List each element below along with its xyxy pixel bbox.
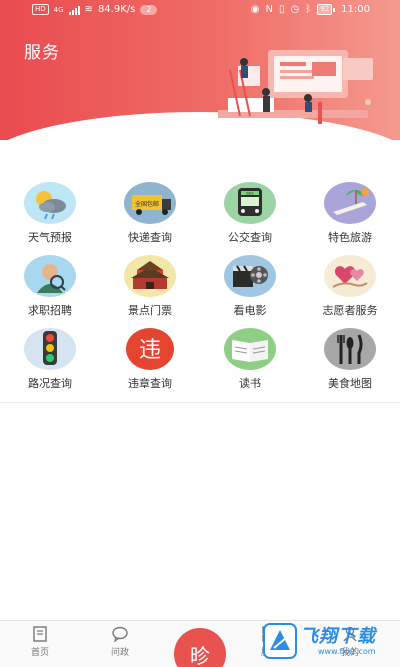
watermark-text: 飞翔下载: [300, 626, 376, 647]
food-map-icon: [324, 328, 376, 370]
service-label: 天气预报: [28, 231, 72, 244]
header-illustration: [218, 50, 373, 124]
movie-icon: [224, 255, 276, 297]
alarm-icon: ◷: [290, 3, 300, 15]
traffic-light-icon: [24, 328, 76, 370]
service-bus[interactable]: BUS 公交查询: [200, 180, 300, 248]
service-screen: HD 4G ≋ 84.9K/s 2 ◉ N ▯ ◷ ᛒ 92 11:00 服务: [0, 0, 400, 667]
service-job[interactable]: 求职招聘: [0, 253, 100, 321]
vibrate-icon: ▯: [279, 3, 285, 15]
service-label: 志愿者服务: [322, 304, 378, 317]
service-label: 特色旅游: [328, 231, 372, 244]
service-label: 求职招聘: [28, 304, 72, 317]
service-volunteer[interactable]: 志愿者服务: [300, 253, 400, 321]
travel-icon: [324, 182, 376, 224]
tab-home[interactable]: 首页: [10, 625, 70, 658]
service-label: 路况查询: [28, 377, 72, 390]
gate-icon: [124, 255, 176, 297]
section-divider: [0, 402, 400, 403]
wifi-icon: ≋: [84, 3, 93, 15]
service-label: 景点门票: [128, 304, 172, 317]
network-type: 4G: [53, 5, 64, 14]
service-movie[interactable]: 看电影: [200, 253, 300, 321]
service-express[interactable]: 全国包邮 快递查询: [100, 180, 200, 248]
service-traffic[interactable]: 路况查询: [0, 326, 100, 394]
hd-badge: HD: [32, 4, 49, 15]
notification-count: 2: [140, 4, 158, 15]
delivery-truck-icon: 全国包邮: [124, 182, 176, 224]
center-button-char: 昣: [190, 643, 210, 667]
bluetooth-icon: ᛒ: [305, 3, 312, 15]
weather-icon: [24, 182, 76, 224]
bus-text: BUS: [246, 192, 254, 196]
service-label: 快递查询: [128, 231, 172, 244]
service-label: 违章查询: [128, 377, 172, 390]
home-icon: [33, 626, 47, 642]
violation-icon: 违: [126, 328, 174, 370]
signal-icon: [68, 5, 80, 15]
service-label: 看电影: [233, 304, 267, 317]
truck-text: 全国包邮: [135, 200, 159, 208]
service-tickets[interactable]: 景点门票: [100, 253, 200, 321]
clock: 11:00: [341, 4, 370, 15]
job-icon: [24, 255, 76, 297]
tab-politics-label: 问政: [110, 648, 129, 658]
tab-politics[interactable]: 问政: [90, 625, 150, 658]
service-label: 读书: [239, 377, 261, 390]
tab-home-label: 首页: [30, 648, 49, 658]
service-reading[interactable]: 读书: [200, 326, 300, 394]
service-label: 美食地图: [328, 377, 372, 390]
book-icon: [224, 328, 276, 370]
chat-icon: [112, 626, 128, 643]
service-violation[interactable]: 违 违章查询: [100, 326, 200, 394]
service-travel[interactable]: 特色旅游: [300, 180, 400, 248]
battery-level: 92: [317, 4, 333, 15]
service-food-map[interactable]: 美食地图: [300, 326, 400, 394]
page-title: 服务: [24, 43, 60, 63]
service-label: 公交查询: [228, 231, 272, 244]
bus-icon: BUS: [224, 182, 276, 224]
violation-char: 违: [139, 338, 161, 363]
battery-icon: 92: [317, 4, 336, 15]
service-weather[interactable]: 天气预报: [0, 180, 100, 248]
service-grid: 天气预报 全国包邮 快递查询 BUS 公交查询 特色旅游 求职招聘 景点门票 看…: [0, 180, 400, 394]
status-bar: HD 4G ≋ 84.9K/s 2 ◉ N ▯ ◷ ᛒ 92 11:00: [0, 0, 400, 22]
watermark-url: www.fxxz.com: [318, 647, 376, 656]
volunteer-icon: [324, 255, 376, 297]
nfc-icon: N: [265, 3, 273, 15]
net-speed: 84.9K/s: [97, 4, 136, 15]
eye-icon: ◉: [250, 3, 260, 15]
